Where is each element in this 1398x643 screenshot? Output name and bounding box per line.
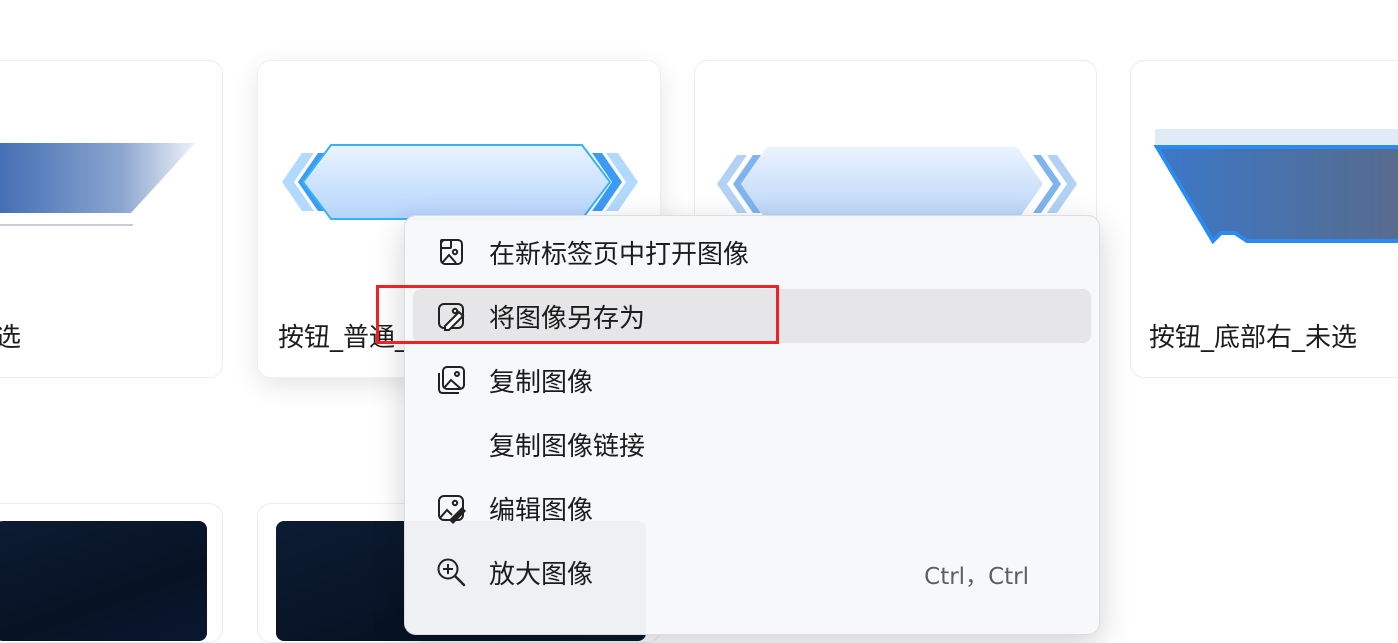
card-left-partial[interactable]: 未选 [0,60,223,378]
button-thumbnail [282,144,638,220]
menu-item-shortcut: Ctrl，Ctrl [924,564,1029,590]
menu-item-label: 复制图像 [489,368,594,398]
menu-item-label: 放大图像 [489,560,594,590]
menu-item-copy-image[interactable]: 复制图像 [413,353,1091,407]
menu-item-label: 复制图像链接 [489,432,646,462]
menu-item-zoom-image[interactable]: 放大图像 Ctrl，Ctrl [413,545,1091,599]
menu-item-edit-image[interactable]: 编辑图像 [413,481,1091,535]
menu-item-copy-image-link[interactable]: 复制图像链接 [413,417,1091,471]
zoom-in-icon [437,558,466,587]
menu-item-label: 在新标签页中打开图像 [489,240,750,270]
menu-item-open-in-new-tab[interactable]: 在新标签页中打开图像 [413,225,1091,279]
button-thumbnail [1153,129,1398,245]
edit-image-icon [438,495,466,524]
annotation-highlight-box [376,285,779,344]
button-thumbnail [0,143,195,226]
card-title: 未选 [0,317,21,354]
card-title: 按钮_底部右_未选 [1149,323,1358,353]
card-bottom-left[interactable] [0,503,223,643]
image-context-menu: 在新标签页中打开图像 将图像另存为 复制图像 复制图像链接 编辑图像 放大图像 … [404,215,1100,635]
image-thumbnail [0,521,207,641]
menu-item-label: 编辑图像 [489,496,594,526]
open-in-new-tab-icon [440,239,463,265]
card-button-bottom-right[interactable]: 按钮_底部右_未选 [1130,60,1398,378]
copy-image-icon [438,366,465,394]
